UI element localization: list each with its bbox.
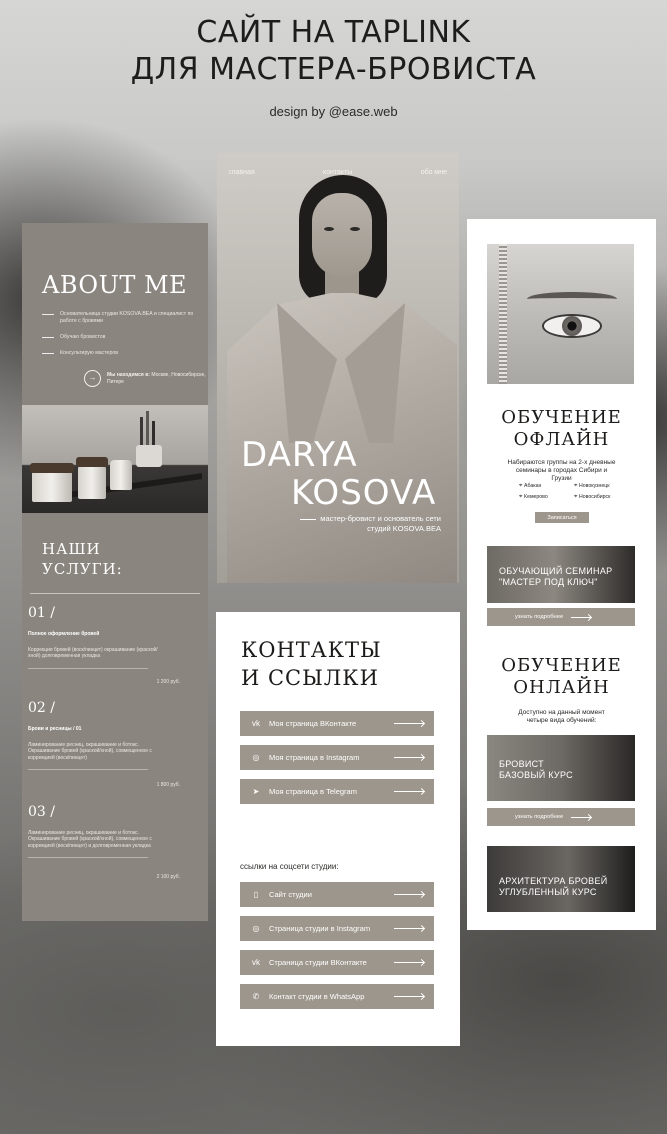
- service-number: 03 /: [28, 804, 55, 820]
- online-note: Доступно на данный момент четыре вида об…: [518, 709, 605, 724]
- service-name: Полное оформление бровей: [28, 631, 100, 637]
- instagram-icon: ◎: [252, 753, 260, 762]
- telegram-icon: ➤: [252, 787, 260, 796]
- about-item: Консультирую мастеров: [42, 350, 202, 357]
- nav-home[interactable]: главная: [229, 169, 255, 176]
- hero-mockup: главная контакты обо мне DARYA KOSOVA ма…: [217, 153, 459, 583]
- service-description: Коррекция бровей (воск/пинцет) окрашиван…: [28, 647, 158, 660]
- arrow-right-icon: [394, 962, 424, 963]
- city-item: Новокузнецк: [574, 483, 629, 490]
- about-title: ABOUT ME: [42, 271, 188, 299]
- arrow-right-icon: [394, 757, 424, 758]
- telegram-link-button[interactable]: ➤ Моя страница в Telegram: [240, 779, 434, 804]
- vk-link-button[interactable]: vk Моя страница ВКонтакте: [240, 711, 434, 736]
- eye-photo: [487, 244, 634, 384]
- contacts-mockup: КОНТАКТЫ И ССЫЛКИ vk Моя страница ВКонтак…: [216, 612, 460, 1046]
- service-number: 01 /: [28, 605, 55, 621]
- location-block: → Мы находимся в: Москве, Новосибирске, …: [84, 370, 207, 387]
- arrow-right-icon: [394, 723, 424, 724]
- nav-contacts[interactable]: контакты: [323, 169, 352, 176]
- page-header: САЙТ НА TAPLINK ДЛЯ МАСТЕРА-БРОВИСТА des…: [0, 0, 667, 119]
- studio-site-button[interactable]: ▯ Сайт студии: [240, 882, 434, 907]
- course-more-button[interactable]: узнать подробнее: [487, 808, 635, 826]
- instagram-icon: ◎: [252, 924, 260, 933]
- vk-icon: vk: [252, 958, 260, 967]
- service-name: Брови и ресницы / 01: [28, 726, 82, 732]
- arrow-right-icon: [394, 791, 424, 792]
- hero-subtitle: мастер-бровист и основатель сети студий …: [291, 514, 441, 533]
- service-item[interactable]: 03 / Ламинирование ресниц, окрашивание и…: [28, 804, 198, 880]
- arrow-right-icon[interactable]: →: [84, 370, 101, 387]
- shelf-photo: [22, 405, 208, 513]
- seminar-banner[interactable]: ОБУЧАЮЩИЙ СЕМИНАР "МАСТЕР ПОД КЛЮЧ": [487, 546, 635, 603]
- service-item[interactable]: 01 / Полное оформление бровей Коррекция …: [28, 605, 198, 685]
- city-item: Абакан: [519, 483, 574, 490]
- service-price: 1 200 руб.: [156, 679, 180, 685]
- hero-name: DARYA KOSOVA: [241, 435, 437, 513]
- arrow-right-icon: [394, 996, 424, 997]
- about-item: Основательница студии KOSOVA.BEA и специ…: [42, 311, 202, 325]
- about-services-mockup: ABOUT ME Основательница студии KOSOVA.BE…: [22, 223, 208, 921]
- courses-mockup: ОБУЧЕНИЕ ОФЛАЙН Набираются группы на 2-х…: [467, 219, 656, 930]
- studio-whatsapp-button[interactable]: ✆ Контакт студии в WhatsApp: [240, 984, 434, 1009]
- arrow-right-icon: [571, 816, 592, 818]
- course-architecture-banner[interactable]: АРХИТЕКТУРА БРОВЕЙ УГЛУБЛЕННЫЙ КУРС: [487, 846, 635, 912]
- service-item[interactable]: 02 / Брови и ресницы / 01 Ламинирование …: [28, 700, 198, 788]
- nav-about[interactable]: обо мне: [421, 169, 447, 176]
- city-item: Новосибирск: [574, 494, 629, 501]
- service-number: 02 /: [28, 700, 55, 716]
- about-item-text: Консультирую мастеров: [60, 350, 118, 356]
- about-item: Обучаю бровистов: [42, 334, 202, 341]
- page-title-line1: САЙТ НА TAPLINK: [196, 15, 471, 50]
- online-title: ОБУЧЕНИЕ ОНЛАЙН: [501, 655, 622, 698]
- signup-button[interactable]: Записаться: [535, 512, 589, 523]
- studio-instagram-button[interactable]: ◎ Страница студии в Instagram: [240, 916, 434, 941]
- site-icon: ▯: [253, 890, 259, 899]
- offline-title: ОБУЧЕНИЕ ОФЛАЙН: [501, 407, 622, 450]
- page-title-line2: ДЛЯ МАСТЕРА-БРОВИСТА: [130, 52, 537, 87]
- instagram-link-button[interactable]: ◎ Моя страница в Instagram: [240, 745, 434, 770]
- course-basic-banner[interactable]: БРОВИСТ БАЗОВЫЙ КУРС: [487, 735, 635, 801]
- hero-nav: главная контакты обо мне: [217, 169, 459, 176]
- vk-icon: vk: [252, 719, 260, 728]
- design-credit: design by @ease.web: [269, 104, 398, 119]
- services-title: НАШИ УСЛУГИ:: [42, 540, 123, 578]
- seminar-more-button[interactable]: узнать подробнее: [487, 608, 635, 626]
- arrow-right-icon: [571, 616, 592, 618]
- location-label: Мы находимся в:: [107, 372, 150, 378]
- studio-links-label: ссылки на соцсети студии:: [240, 862, 339, 871]
- service-description: Ламинирование ресниц, окрашивание и бото…: [28, 742, 152, 761]
- service-price: 2 100 руб.: [156, 874, 180, 880]
- studio-vk-button[interactable]: vk Страница студии ВКонтакте: [240, 950, 434, 975]
- city-list: Абакан Новокузнецк Кемерово Новосибирск: [519, 483, 629, 501]
- about-item-text: Основательница студии KOSOVA.BEA и специ…: [60, 311, 194, 324]
- about-list: Основательница студии KOSOVA.BEA и специ…: [42, 311, 202, 366]
- offline-note: Набираются группы на 2-х дневные семинар…: [507, 459, 616, 482]
- service-price: 1 800 руб.: [156, 782, 180, 788]
- whatsapp-icon: ✆: [252, 992, 260, 1001]
- arrow-right-icon: [394, 894, 424, 895]
- city-item: Кемерово: [519, 494, 574, 501]
- about-item-text: Обучаю бровистов: [60, 334, 106, 340]
- contacts-title: КОНТАКТЫ И ССЫЛКИ: [241, 638, 382, 690]
- arrow-right-icon: [394, 928, 424, 929]
- service-description: Ламинирование ресниц, окрашивание и бото…: [28, 830, 152, 849]
